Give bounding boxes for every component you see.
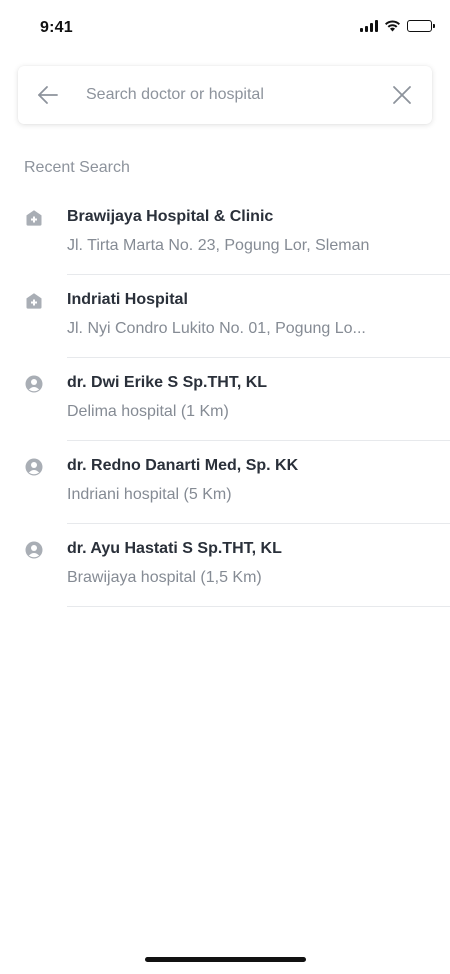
status-icons — [360, 20, 435, 32]
item-subtitle: Jl. Tirta Marta No. 23, Pogung Lor, Slem… — [67, 237, 370, 254]
recent-item-hospital[interactable]: Brawijaya Hospital & Clinic Jl. Tirta Ma… — [0, 192, 450, 275]
person-icon — [25, 458, 43, 476]
home-indicator[interactable] — [145, 957, 306, 962]
recent-item-doctor[interactable]: dr. Redno Danarti Med, Sp. KK Indriani h… — [0, 441, 450, 524]
item-title: dr. Dwi Erike S Sp.THT, KL — [67, 374, 268, 391]
back-button[interactable] — [18, 66, 78, 124]
person-icon — [25, 375, 43, 393]
clear-search-button[interactable] — [372, 66, 432, 124]
divider — [67, 606, 450, 607]
search-input[interactable] — [78, 86, 372, 104]
item-title: dr. Ayu Hastati S Sp.THT, KL — [67, 540, 282, 557]
wifi-icon — [385, 20, 400, 32]
recent-item-doctor[interactable]: dr. Ayu Hastati S Sp.THT, KL Brawijaya h… — [0, 524, 450, 607]
item-subtitle: Indriani hospital (5 Km) — [67, 486, 232, 503]
arrow-left-icon — [38, 86, 58, 104]
item-title: dr. Redno Danarti Med, Sp. KK — [67, 457, 299, 474]
item-title: Indriati Hospital — [67, 291, 188, 308]
battery-icon — [407, 20, 435, 32]
hospital-icon — [26, 293, 42, 309]
item-title: Brawijaya Hospital & Clinic — [67, 208, 274, 225]
item-subtitle: Jl. Nyi Condro Lukito No. 01, Pogung Lo.… — [67, 320, 366, 337]
status-bar: 9:41 — [0, 0, 450, 56]
item-subtitle: Delima hospital (1 Km) — [67, 403, 229, 420]
search-bar — [18, 66, 432, 124]
person-icon — [25, 541, 43, 559]
signal-icon — [360, 20, 378, 32]
item-subtitle: Brawijaya hospital (1,5 Km) — [67, 569, 262, 586]
status-time: 9:41 — [40, 19, 73, 36]
recent-search-list: Brawijaya Hospital & Clinic Jl. Tirta Ma… — [0, 192, 450, 607]
recent-item-doctor[interactable]: dr. Dwi Erike S Sp.THT, KL Delima hospit… — [0, 358, 450, 441]
hospital-icon — [26, 210, 42, 226]
recent-search-title: Recent Search — [24, 159, 130, 176]
recent-item-hospital[interactable]: Indriati Hospital Jl. Nyi Condro Lukito … — [0, 275, 450, 358]
close-icon — [393, 86, 411, 104]
